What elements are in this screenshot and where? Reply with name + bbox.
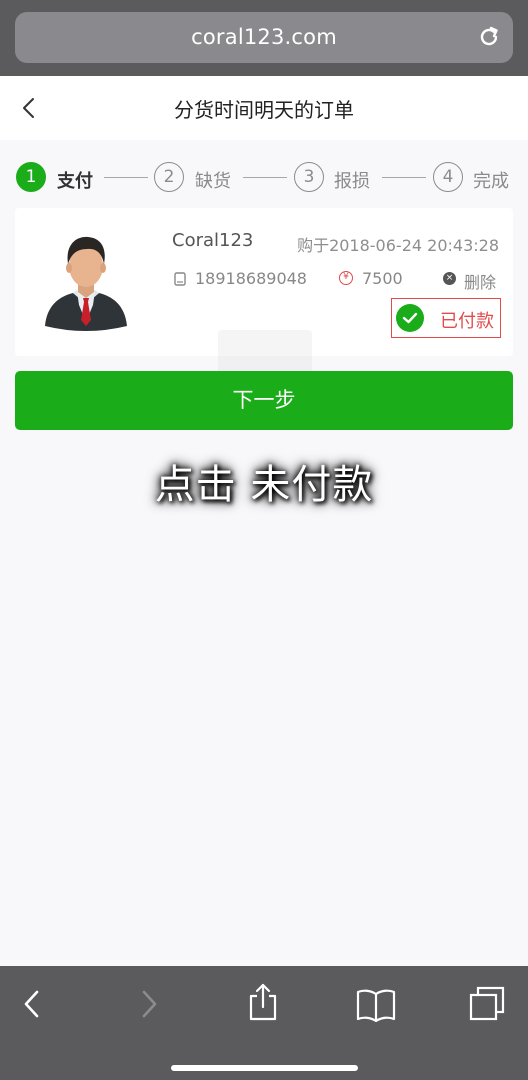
delete-button[interactable]: 删除: [464, 269, 496, 293]
step-3-circle: 3: [294, 162, 324, 192]
phone-icon: [174, 272, 186, 286]
step-connector: [104, 177, 148, 178]
step-connector: [382, 177, 426, 178]
payment-status-button[interactable]: 已付款: [391, 298, 501, 338]
page-title: 分货时间明天的订单: [174, 98, 354, 122]
browser-top-bar: coral123.com: [0, 0, 528, 76]
order-amount: 7500: [362, 269, 403, 288]
step-3-label: 报损: [334, 171, 370, 192]
step-2-label: 缺货: [195, 171, 231, 192]
step-2-circle: 2: [154, 162, 184, 192]
step-4-circle: 4: [433, 162, 463, 192]
payment-status-label: 已付款: [440, 311, 494, 332]
delete-icon[interactable]: ×: [443, 272, 456, 285]
check-circle-icon: [396, 304, 424, 332]
forward-arrow-icon[interactable]: [137, 986, 161, 1022]
page-header: 分货时间明天的订单: [0, 76, 528, 140]
step-1-label: 支付: [57, 171, 93, 192]
yen-icon: ¥: [339, 271, 353, 285]
progress-steps: 1 支付 2 缺货 3 报损 4 完成: [0, 160, 528, 200]
url-text[interactable]: coral123.com: [15, 25, 513, 49]
tabs-icon[interactable]: [468, 986, 506, 1022]
step-4-label: 完成: [473, 171, 509, 192]
customer-name: Coral123: [172, 230, 254, 251]
phone-number: 18918689048: [195, 269, 307, 288]
share-icon[interactable]: [247, 982, 279, 1022]
avatar: [45, 236, 127, 331]
home-indicator: [171, 1065, 358, 1071]
purchase-time: 购于2018-06-24 20:43:28: [297, 236, 499, 255]
instruction-caption: 点击 未付款: [154, 462, 374, 508]
step-1-circle: 1: [16, 162, 46, 192]
browser-toolbar: [0, 966, 528, 1080]
step-connector: [243, 177, 287, 178]
back-arrow-icon[interactable]: [20, 986, 44, 1022]
next-step-button[interactable]: 下一步: [15, 371, 513, 430]
bookmarks-icon[interactable]: [356, 988, 396, 1022]
address-bar[interactable]: coral123.com: [15, 12, 513, 63]
reload-icon[interactable]: [477, 25, 501, 49]
